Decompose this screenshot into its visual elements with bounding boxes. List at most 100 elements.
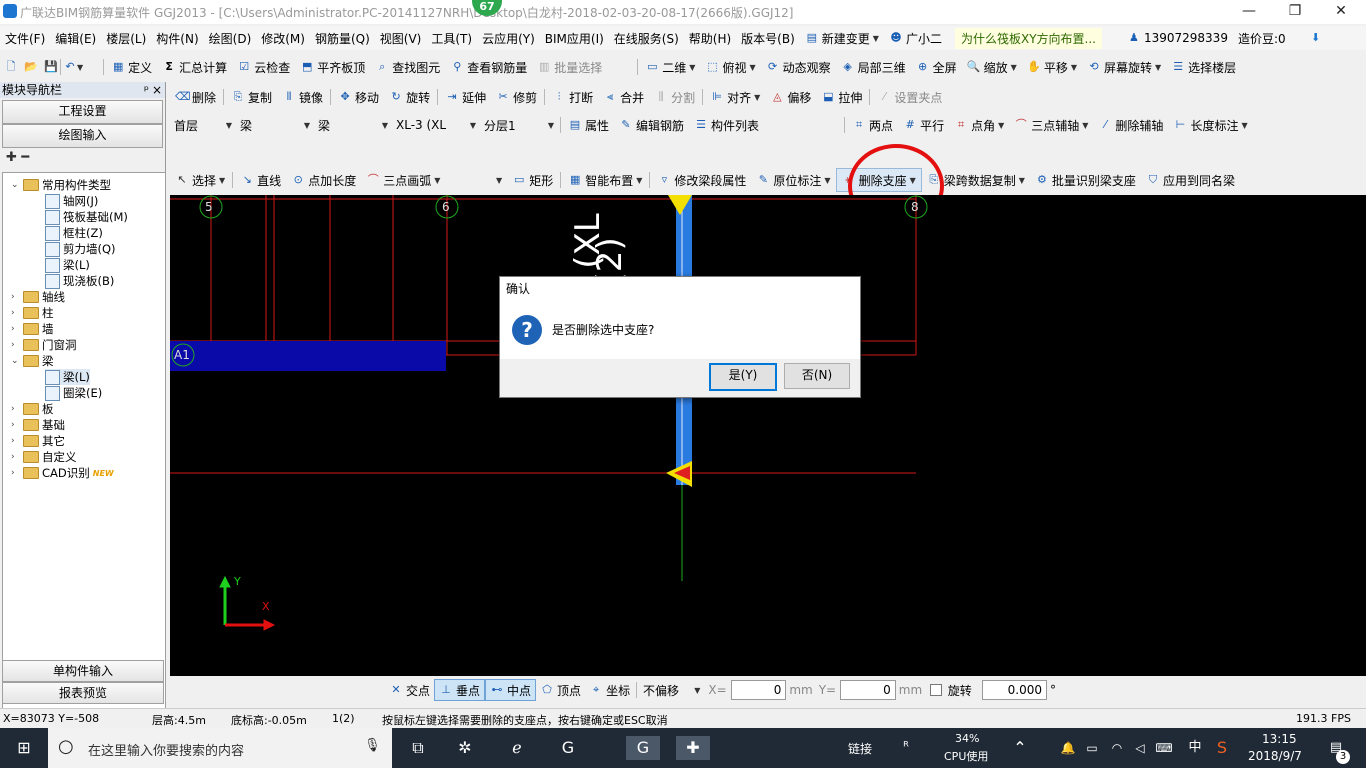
merge-button[interactable]: ⫷ 合并: [598, 86, 649, 108]
tree-node[interactable]: 现浇板(B): [45, 273, 114, 289]
properties-button[interactable]: ▤ 属性: [563, 114, 614, 136]
zoom-button[interactable]: 🔍 缩放 ▼: [962, 56, 1022, 78]
point-length-button[interactable]: ⊙ 点加长度: [286, 169, 361, 191]
component-select[interactable]: XL-3 (XL ▼: [392, 116, 480, 134]
offset-select[interactable]: 不偏移 ▼: [639, 681, 704, 699]
pan-button[interactable]: ✋ 平移 ▼: [1022, 56, 1082, 78]
open-folder-icon[interactable]: 📂: [24, 60, 38, 74]
tree-node[interactable]: › 墙: [11, 321, 54, 337]
apply-same-name-button[interactable]: ⛉ 应用到同名梁: [1141, 169, 1240, 191]
find-element-button[interactable]: ⌕ 查找图元: [370, 56, 445, 78]
tree-node[interactable]: ⌄ 梁: [11, 353, 54, 369]
tree-node[interactable]: 圈梁(E): [45, 385, 102, 401]
new-file-icon[interactable]: 🗋: [4, 60, 18, 74]
summary-calc-button[interactable]: Σ 汇总计算: [157, 56, 232, 78]
tree-node[interactable]: › 板: [11, 401, 54, 417]
fan-app-icon[interactable]: ✲: [451, 736, 479, 760]
align-slab-top-button[interactable]: ⬒ 平齐板顶: [295, 56, 370, 78]
edit-rebar-button[interactable]: ✎ 编辑钢筋: [614, 114, 689, 136]
new-change-button[interactable]: ▤ 新建变更 ▼: [800, 27, 884, 49]
assistant-button[interactable]: ☻ 广小二: [884, 27, 947, 49]
rectangle-button[interactable]: ▭ 矩形: [507, 169, 558, 191]
menu-view[interactable]: 视图(V): [375, 30, 427, 47]
batch-select-button[interactable]: ▥ 批量选择: [532, 56, 607, 78]
menu-component[interactable]: 构件(N): [151, 30, 203, 47]
tree-node[interactable]: 梁(L): [45, 257, 90, 273]
menu-tools[interactable]: 工具(T): [426, 30, 477, 47]
fullscreen-button[interactable]: ⊕ 全屏: [911, 56, 962, 78]
three-point-arc-button[interactable]: ⌒ 三点画弧 ▼ ▼: [361, 169, 507, 191]
in-situ-mark-button[interactable]: ✎ 原位标注 ▼: [751, 169, 835, 191]
length-dimension-button[interactable]: ⊢ 长度标注 ▼: [1168, 114, 1252, 136]
collapse-arrow-icon[interactable]: ›: [11, 308, 20, 318]
mirror-button[interactable]: ⫴ 镜像: [277, 86, 328, 108]
floor-select[interactable]: 首层 ▼: [170, 116, 236, 134]
line-button[interactable]: ↘ 直线: [235, 169, 286, 191]
collapse-arrow-icon[interactable]: ›: [11, 436, 20, 446]
ggj-app-icon[interactable]: G: [626, 736, 660, 760]
maximize-button[interactable]: ❐: [1272, 0, 1318, 24]
report-preview-button[interactable]: 报表预览: [2, 682, 164, 704]
delete-axis-button[interactable]: ⁄ 删除辅轴: [1093, 114, 1168, 136]
app-g-icon[interactable]: G: [554, 736, 582, 760]
pin-icon[interactable]: ᵖ: [144, 82, 149, 98]
windows-start-icon[interactable]: ⊞: [10, 736, 38, 760]
define-button[interactable]: ▦ 定义: [106, 56, 157, 78]
tree-node[interactable]: › 门窗洞: [11, 337, 77, 353]
tree-node[interactable]: › 其它: [11, 433, 65, 449]
local-3d-button[interactable]: ◈ 局部三维: [836, 56, 911, 78]
move-button[interactable]: ✥ 移动: [333, 86, 384, 108]
menu-cloud[interactable]: 云应用(Y): [477, 30, 540, 47]
user-account[interactable]: ♟ 13907298339: [1122, 27, 1233, 49]
extend-button[interactable]: ⇥ 延伸: [440, 86, 491, 108]
task-view-icon[interactable]: ⧉: [404, 736, 432, 760]
copy-button[interactable]: ⎘ 复制: [226, 86, 277, 108]
screen-rotate-button[interactable]: ⟲ 屏幕旋转 ▼: [1082, 56, 1166, 78]
save-icon[interactable]: 💾: [44, 60, 58, 74]
link-label[interactable]: 链接: [848, 740, 872, 757]
menu-edit[interactable]: 编辑(E): [50, 30, 101, 47]
snap-perpendicular[interactable]: ⊥ 垂点: [434, 679, 486, 701]
expand-arrow-icon[interactable]: ⌄: [11, 180, 20, 190]
snap-intersection[interactable]: ✕ 交点: [385, 680, 434, 700]
menu-bim[interactable]: BIM应用(I): [540, 30, 609, 47]
taskbar-search[interactable]: ○ 在这里输入你要搜索的内容 🎙: [48, 728, 392, 768]
cloud-check-button[interactable]: ☑ 云检查: [232, 56, 295, 78]
tree-node[interactable]: 轴网(J): [45, 193, 98, 209]
collapse-arrow-icon[interactable]: ›: [11, 292, 20, 302]
view-rebar-button[interactable]: ⚲ 查看钢筋量: [445, 56, 532, 78]
select-button[interactable]: ↖ 选择 ▼: [170, 169, 230, 191]
tree-node[interactable]: › 轴线: [11, 289, 65, 305]
people-icon[interactable]: ᴿ: [892, 736, 920, 760]
rotate-input[interactable]: 0.000: [981, 680, 1047, 700]
drawing-canvas[interactable]: 5 6 8 A1 (XL 00(2) Y X: [170, 195, 1366, 676]
gld-app-icon[interactable]: ✚: [676, 736, 710, 760]
hint-link[interactable]: 为什么筏板XY方向布置...: [954, 27, 1102, 49]
type-select-1[interactable]: 梁 ▼: [236, 116, 314, 134]
menu-file[interactable]: 文件(F): [0, 30, 50, 47]
three-point-axis-button[interactable]: ⌒ 三点辅轴 ▼: [1009, 114, 1093, 136]
layer-select[interactable]: 分层1 ▼: [480, 116, 558, 134]
tree-node[interactable]: ⌄ 常用构件类型: [11, 177, 111, 193]
expand-collapse-icons[interactable]: ✚ ━: [6, 150, 29, 165]
collapse-arrow-icon[interactable]: ›: [11, 420, 20, 430]
tree-node[interactable]: › 基础: [11, 417, 65, 433]
tree-node[interactable]: › 柱: [11, 305, 54, 321]
orbit-button[interactable]: ⟳ 动态观察: [761, 56, 836, 78]
chevron-up-icon[interactable]: ⌃: [1006, 736, 1034, 760]
collapse-arrow-icon[interactable]: ›: [11, 468, 20, 478]
point-angle-axis-button[interactable]: ⌗ 点角 ▼: [949, 114, 1009, 136]
microphone-icon[interactable]: 🎙: [364, 738, 381, 753]
smart-layout-button[interactable]: ▦ 智能布置 ▼: [563, 169, 647, 191]
rotate-checkbox[interactable]: [930, 684, 942, 696]
two-point-axis-button[interactable]: ⌗ 两点: [847, 114, 898, 136]
set-grip-button[interactable]: ⁄ 设置夹点: [872, 86, 947, 108]
type-select-2[interactable]: 梁 ▼: [314, 116, 392, 134]
tree-node[interactable]: 筏板基础(M): [45, 209, 128, 225]
menu-modify[interactable]: 修改(M): [256, 30, 310, 47]
no-button[interactable]: 否(N): [784, 363, 850, 389]
modify-span-props-button[interactable]: ▿ 修改梁段属性: [652, 169, 751, 191]
ie-browser-icon[interactable]: ℯ: [503, 736, 531, 760]
close-panel-icon[interactable]: ×: [152, 82, 162, 98]
batch-identify-support-button[interactable]: ⚙ 批量识别梁支座: [1030, 169, 1141, 191]
